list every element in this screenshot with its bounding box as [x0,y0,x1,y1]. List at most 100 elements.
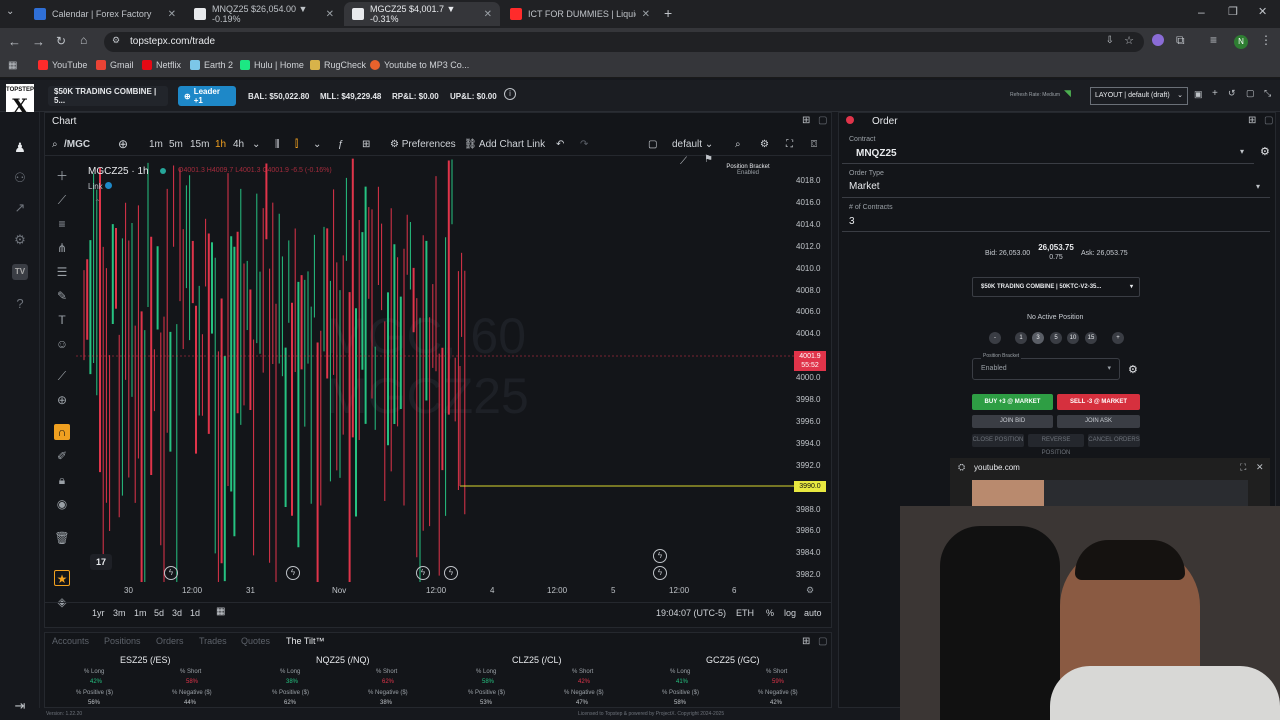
tab-quotes[interactable]: Quotes [241,636,270,646]
contract-select[interactable] [842,134,1254,164]
candle-type-icon[interactable]: ⫿ [295,139,298,150]
qty-button-3[interactable]: 5 [1050,332,1062,344]
layout-select[interactable]: LAYOUT | default (draft) ⌄ [1090,87,1188,105]
logout-icon[interactable]: ⇥ [12,698,28,714]
order-panel-add-icon[interactable]: ⊞ [1248,115,1256,126]
emoji-icon[interactable]: ☺ [54,336,70,352]
layout-box-icon[interactable]: ▢ [648,139,657,150]
chart-settings-icon[interactable]: ⚙ [760,139,769,150]
close-icon[interactable]: ✕ [326,9,334,20]
timeframe-1h[interactable]: 1h [215,139,226,150]
visibility-eye-icon[interactable]: ◉ [54,496,70,512]
buy-market-button[interactable]: BUY +3 @ MARKET [972,394,1053,410]
panel-add-icon[interactable]: ⊞ [802,115,810,126]
info-icon[interactable]: i [504,88,516,100]
timeframe-4h[interactable]: 4h [233,139,244,150]
tab-mgcz25[interactable]: MGCZ25 $4,001.7 ▼ -0.31% ✕ [344,2,500,26]
close-window-icon[interactable]: ✕ [1258,5,1267,18]
template-select[interactable]: default ⌄ [672,139,713,150]
popup-video-thumbnail[interactable] [972,480,1044,506]
fullscreen-icon[interactable]: ⛶ [786,139,793,150]
zoom-search-icon[interactable]: ⌕ [735,139,741,150]
order-account-select[interactable]: $50K TRADING COMBINE | 50KTC-V2-35... ▾ [972,277,1140,297]
join-ask-button[interactable]: JOIN ASK [1057,415,1140,428]
bookmark-netflix[interactable]: Netflix [142,60,181,70]
event-marker-icon[interactable]: ϟ [653,549,667,563]
contract-chevron-icon[interactable]: ▾ [1240,147,1244,156]
draw-mode-icon[interactable]: ✐ [54,448,70,464]
timeframe-chevron-icon[interactable]: ⌄ [252,139,260,150]
cancel-orders-button[interactable]: CANCEL ORDERS [1088,434,1140,447]
date-range-icon[interactable]: ▦ [216,606,225,617]
tab-accounts[interactable]: Accounts [52,636,89,646]
price-chart[interactable]: MGC, 60 MGCZ25 [76,158,794,582]
indicator-chevron-icon[interactable]: ⌄ [313,139,321,150]
new-tab-button[interactable]: + [664,5,672,21]
qty-button-6[interactable]: + [1112,332,1124,344]
crosshair-icon[interactable]: ＋ [54,168,70,184]
profile-avatar[interactable]: N [1234,35,1248,49]
close-icon[interactable]: ✕ [168,9,176,20]
order-panel-expand-icon[interactable]: ▢ [1264,115,1273,126]
tab-ict-youtube[interactable]: ICT FOR DUMMIES | Liquidi... ✕ [502,2,658,26]
settings-gear-icon[interactable]: ⚙ [12,232,28,248]
chart-clock[interactable]: 19:04:07 (UTC-5) [656,608,726,618]
bookmark-yt-mp3[interactable]: Youtube to MP3 Co... [370,60,469,70]
bookmark-rugcheck[interactable]: RugCheck [310,60,366,70]
timeframe-1m[interactable]: 1m [149,139,163,150]
people-icon[interactable]: ⚇ [12,170,28,186]
bid-price[interactable]: Bid: 26,053.00 [985,250,1030,257]
ask-price[interactable]: Ask: 26,053.75 [1081,250,1128,257]
ruler-icon[interactable]: ⟋ [54,368,70,384]
trash-icon[interactable]: 🗑︎ [54,530,70,546]
account-selector[interactable]: $50K TRADING COMBINE | 5... [48,86,168,106]
templates-icon[interactable]: ⊞ [362,139,370,150]
flag-tool-icon[interactable]: ⚑ [704,154,713,165]
apps-grid-icon[interactable]: ▦ [8,60,17,71]
popup-close-icon[interactable]: ✕ [1256,462,1264,473]
bottom-expand-icon[interactable]: ▢ [818,636,827,647]
delete-layout-icon[interactable]: ▢ [1246,88,1255,99]
screenshot-camera-icon[interactable]: ⌼ [811,139,817,150]
bookmark-star-icon[interactable]: ☆ [1124,34,1134,47]
range-3m[interactable]: 3m [113,608,126,618]
tab-positions[interactable]: Positions [104,636,141,646]
collapse-icon[interactable]: ⤡ [1264,88,1271,99]
leader-button[interactable]: ⊕ Leader +1 [178,86,236,106]
trend-line-icon[interactable]: ⟋ [54,192,70,208]
qty-button-2[interactable]: 3 [1032,332,1044,344]
qty-button-1[interactable]: 1 [1015,332,1027,344]
youtube-popup-window[interactable]: ⛭ youtube.com ⛶ ✕ [950,458,1270,506]
axis-settings-icon[interactable]: ⚙ [806,585,814,596]
range-3d[interactable]: 3d [172,608,182,618]
tab-mnqz25[interactable]: MNQZ25 $26,054.00 ▼ -0.19% ✕ [186,2,342,26]
line-tool-icon[interactable]: ⟋ [680,156,687,167]
forward-icon[interactable]: → [32,34,45,49]
order-type-chevron-icon[interactable]: ▾ [1256,182,1260,191]
tab-forex-factory[interactable]: Calendar | Forex Factory ✕ [26,2,184,26]
install-app-icon[interactable]: ⇩ [1106,35,1114,46]
redo-icon[interactable]: ↷ [580,139,588,150]
session-toggle[interactable]: ETH [736,608,754,618]
minimize-icon[interactable]: – [1198,5,1205,19]
help-icon[interactable]: ? [12,296,28,312]
magnet-icon[interactable]: ∩ [54,424,70,440]
preferences-button[interactable]: ⚙ Preferences [390,139,456,150]
maximize-icon[interactable]: ❐ [1228,5,1238,18]
order-price-tag[interactable]: 3990.0 [794,481,826,492]
horizontal-lines-icon[interactable]: ≡ [54,216,70,232]
sell-market-button[interactable]: SELL -3 @ MARKET [1057,394,1140,410]
tab-search-icon[interactable]: ⌄ [6,6,22,22]
close-position-button[interactable]: CLOSE POSITION [972,434,1024,447]
timeframe-5m[interactable]: 5m [169,139,183,150]
order-type-select[interactable] [842,168,1270,198]
close-icon[interactable]: ✕ [484,9,492,20]
home-icon[interactable]: ⌂ [80,33,87,47]
refresh-rate[interactable]: Refresh Rate: Medium [1010,92,1060,98]
site-info-icon[interactable]: ⚙ [112,35,120,46]
bookmark-hulu[interactable]: Hulu | Home [240,60,304,70]
auto-toggle[interactable]: auto [804,608,822,618]
add-layout-icon[interactable]: + [1212,88,1218,99]
range-5d[interactable]: 5d [154,608,164,618]
qty-button-5[interactable]: 15 [1085,332,1097,344]
